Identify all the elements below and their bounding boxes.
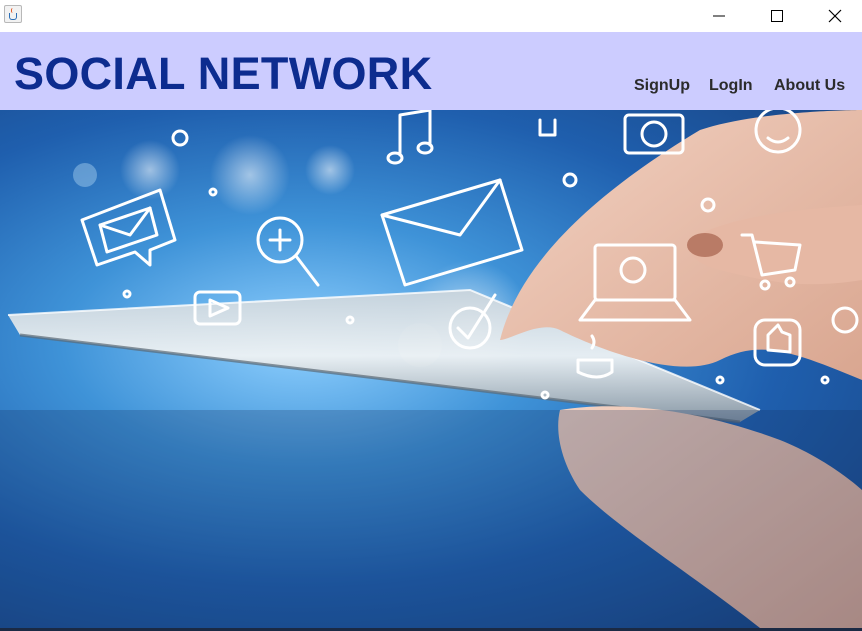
minimize-icon	[713, 15, 725, 17]
java-cup-icon[interactable]	[4, 5, 22, 23]
minimize-button[interactable]	[696, 0, 742, 32]
window-title-bar	[0, 0, 862, 32]
maximize-icon	[771, 10, 783, 22]
app-header: SOCIAL NETWORK SignUp LogIn About Us	[0, 32, 862, 110]
chat-mail-icon	[80, 188, 177, 267]
nav-about-us-link[interactable]: About Us	[774, 76, 845, 96]
nav-signup-link[interactable]: SignUp	[634, 76, 690, 96]
search-plus-icon	[256, 216, 320, 287]
maximize-button[interactable]	[754, 0, 800, 32]
close-button[interactable]	[812, 0, 858, 32]
hero-image	[0, 110, 862, 628]
nav-login-link[interactable]: LogIn	[709, 76, 753, 96]
close-icon	[828, 9, 842, 23]
hero-illustration	[0, 110, 862, 628]
music-note-icon	[386, 110, 434, 165]
brand-title: SOCIAL NETWORK	[14, 48, 433, 99]
